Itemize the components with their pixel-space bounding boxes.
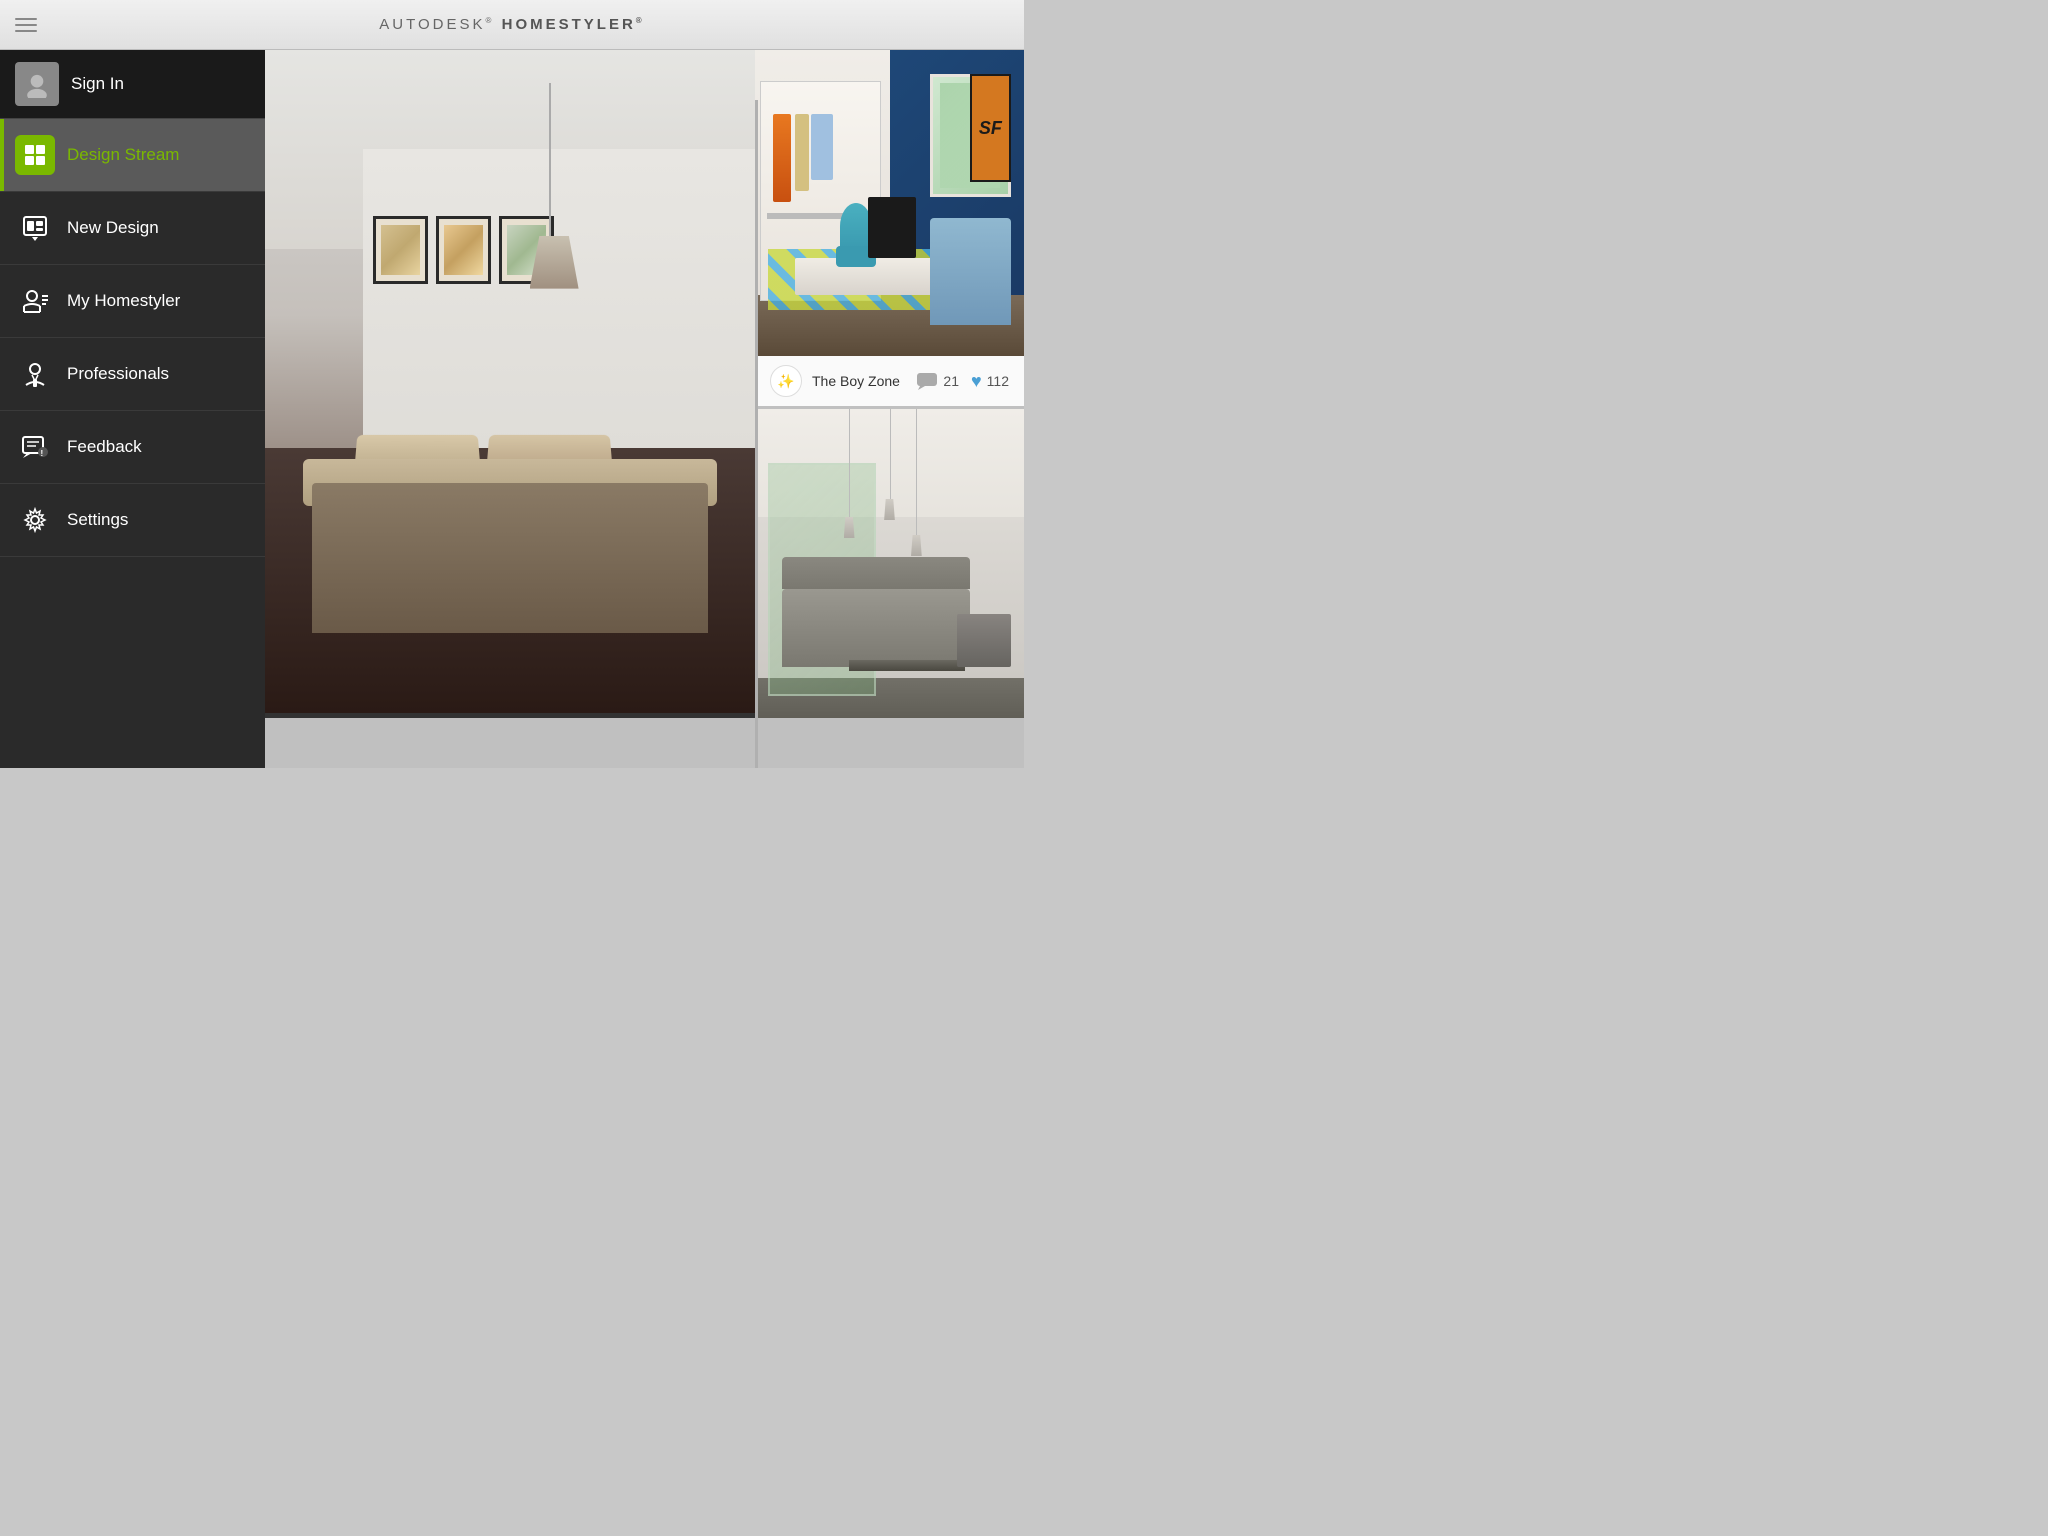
hamburger-line-3 [15, 30, 37, 32]
sidebar-item-design-stream[interactable]: Design Stream [0, 119, 265, 192]
svg-text:!: ! [41, 449, 44, 458]
ls-pendant-wire-3 [916, 409, 917, 535]
hamburger-line-1 [15, 18, 37, 20]
boy-zone-heart-icon: ♥ [971, 371, 982, 392]
content-area: Sign In Design Stream [0, 50, 1024, 768]
bed [290, 401, 731, 633]
sidebar-item-settings[interactable]: Settings [0, 484, 265, 557]
new-design-icon [15, 208, 55, 248]
artwork-group [373, 216, 554, 284]
sidebar-item-my-homestyler[interactable]: My Homestyler [0, 265, 265, 338]
boy-zone-comment-stat: 21 [916, 372, 959, 390]
featured-design-image [265, 50, 755, 713]
magic-wand-button-boyzone[interactable]: ✨ [770, 365, 802, 397]
sf-text: SF [979, 118, 1002, 139]
sidebar-item-new-design[interactable]: New Design [0, 192, 265, 265]
autodesk-text: AUTODESK® [379, 16, 501, 33]
shelf-book-1 [773, 114, 791, 201]
app-title: AUTODESK® HOMESTYLER® [379, 16, 644, 34]
sign-in-header[interactable]: Sign In [0, 50, 265, 119]
my-homestyler-svg [22, 288, 48, 314]
homestyler-text: HOMESTYLER® [502, 16, 645, 33]
featured-design-panel[interactable]: ✨ European View: Looking from the Outsid… [265, 50, 755, 768]
boy-zone-stats: 21 ♥ 112 [916, 371, 1009, 392]
ls-pendant-shade-1 [844, 517, 855, 539]
professionals-svg [22, 361, 48, 387]
top-bar: AUTODESK® HOMESTYLER® [0, 0, 1024, 50]
boy-zone-like-stat: ♥ 112 [971, 371, 1009, 392]
menu-button[interactable] [15, 18, 37, 32]
feedback-icon: ! [15, 427, 55, 467]
ls-pendant-wire-1 [849, 409, 850, 517]
sidebar-item-professionals[interactable]: Professionals [0, 338, 265, 411]
artwork-2 [436, 216, 491, 284]
feedback-svg: ! [22, 434, 48, 460]
sidebar: Sign In Design Stream [0, 50, 265, 768]
my-homestyler-label: My Homestyler [67, 291, 180, 311]
professionals-icon [15, 354, 55, 394]
boy-zone-panel[interactable]: SF ✨ The Boy Zone 21 [755, 50, 1024, 409]
boy-zone-scene: SF [755, 50, 1024, 356]
new-design-svg [22, 215, 48, 241]
boy-zone-comment-count: 21 [943, 373, 959, 389]
boy-zone-like-count: 112 [987, 373, 1009, 389]
ls-pendant-shade-2 [884, 499, 895, 521]
settings-label: Settings [67, 510, 128, 530]
boy-zone-title: The Boy Zone [812, 373, 916, 389]
design-stream-svg [23, 143, 47, 167]
bz-monitor [868, 197, 916, 258]
professionals-label: Professionals [67, 364, 169, 384]
living-room-scene [755, 409, 1024, 768]
feedback-label: Feedback [67, 437, 142, 457]
right-panels: SF ✨ The Boy Zone 21 [755, 50, 1024, 768]
design-panels: ✨ European View: Looking from the Outsid… [265, 50, 1024, 768]
settings-icon [15, 500, 55, 540]
bed-base [312, 483, 709, 634]
avatar-icon [23, 70, 51, 98]
settings-svg [22, 507, 48, 533]
ls-chair-right [957, 614, 1011, 668]
artwork-1 [373, 216, 428, 284]
boy-zone-caption: ✨ The Boy Zone 21 ♥ 112 [755, 356, 1024, 406]
design-stream-icon [15, 135, 55, 175]
shelf-book-2 [795, 114, 809, 190]
avatar [15, 62, 59, 106]
hamburger-line-2 [15, 24, 37, 26]
ls-pendant-wire-2 [890, 409, 891, 499]
my-homestyler-icon [15, 281, 55, 321]
bedroom-scene [265, 50, 755, 713]
ls-table [849, 660, 965, 671]
ls-sofa [782, 589, 970, 668]
ls-sofa-back [782, 557, 970, 589]
sf-giants-logo: SF [970, 74, 1010, 181]
sign-in-label: Sign In [71, 74, 124, 94]
new-design-label: New Design [67, 218, 159, 238]
boy-zone-comment-icon [916, 372, 938, 390]
bz-bed [930, 218, 1011, 325]
living-room-panel[interactable] [755, 409, 1024, 768]
sidebar-item-feedback[interactable]: ! Feedback [0, 411, 265, 484]
ls-pendant-shade-3 [911, 535, 922, 557]
design-stream-label: Design Stream [67, 145, 179, 165]
pendant-light-wire [549, 83, 551, 249]
vertical-divider [755, 100, 758, 768]
shelf-book-3 [811, 114, 832, 179]
